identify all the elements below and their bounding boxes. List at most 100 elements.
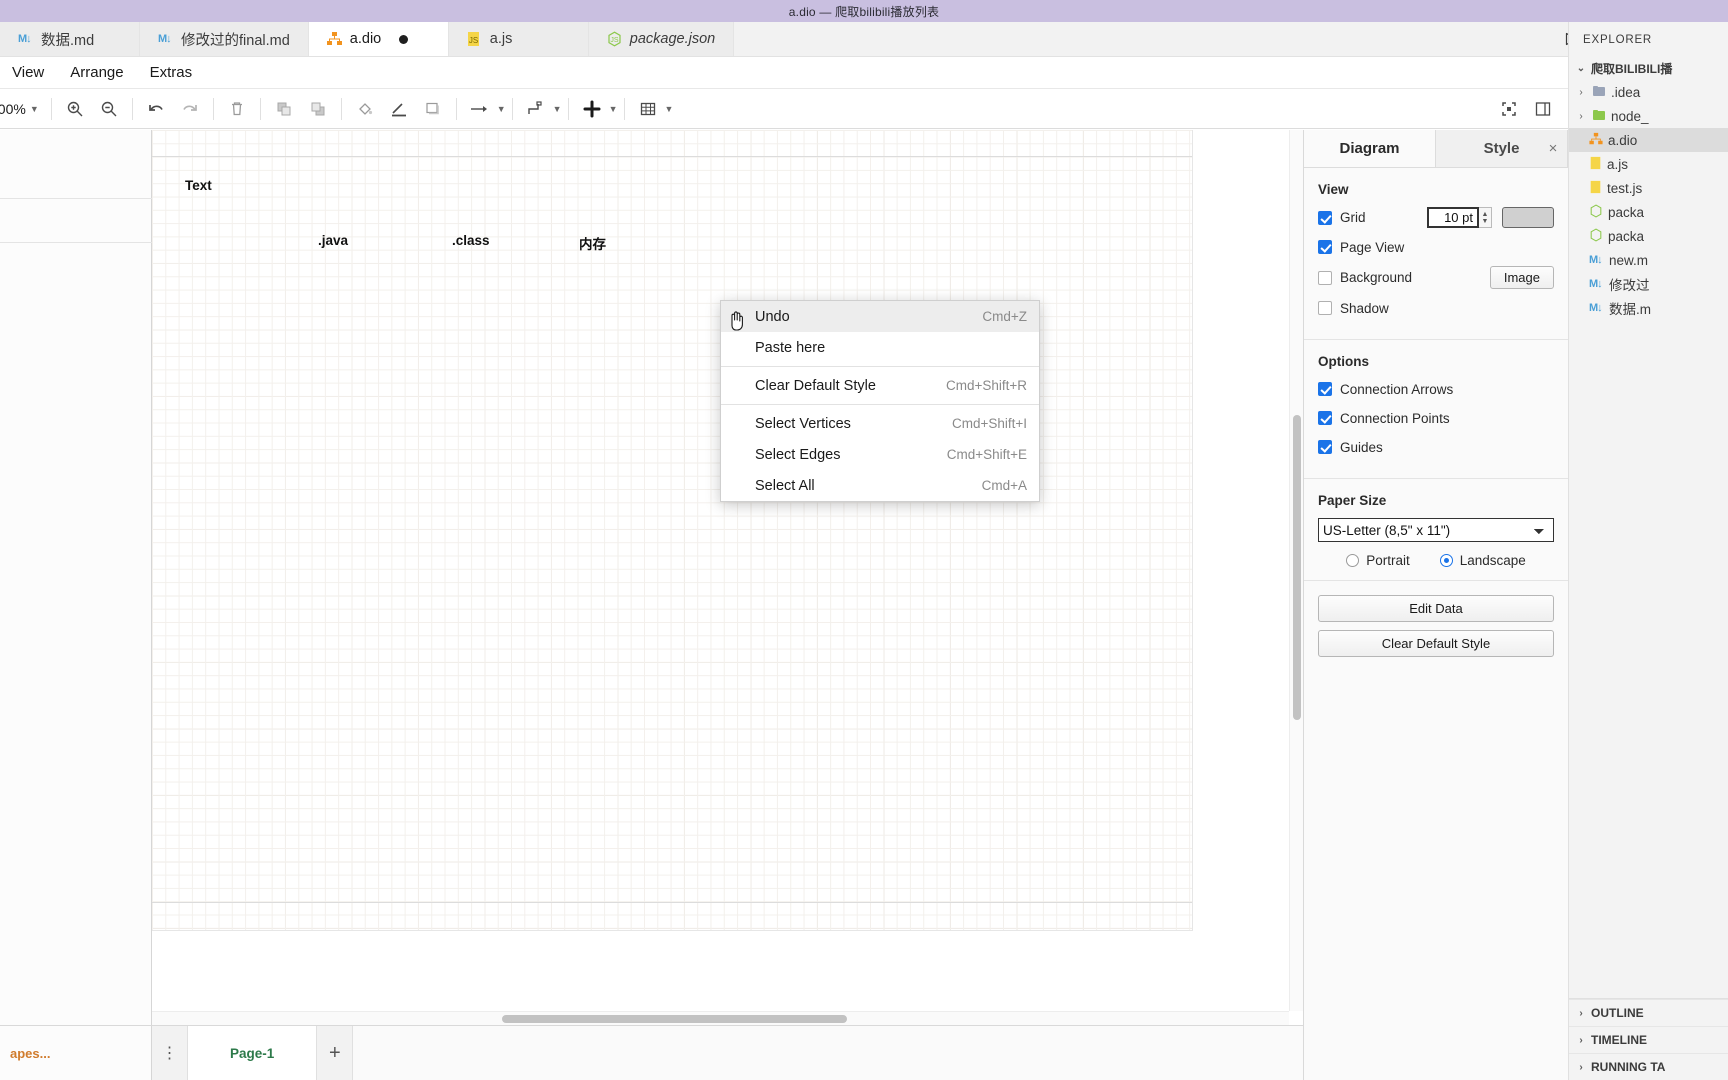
editor-tab-a-js[interactable]: JS a.js [448, 22, 589, 56]
menu-view[interactable]: View [12, 64, 44, 81]
page-tab-page-1[interactable]: Page-1 [188, 1026, 318, 1080]
explorer-item-node-modules[interactable]: › node_ [1569, 104, 1728, 128]
zoom-level-selector[interactable]: 100% ▼ [0, 101, 45, 117]
shapes-sidebar[interactable] [0, 130, 152, 1025]
grid-color-swatch[interactable] [1502, 207, 1554, 228]
scrollbar-thumb[interactable] [502, 1015, 847, 1023]
diagram-canvas[interactable]: Text .java .class 内存 [152, 130, 1289, 1011]
connection-arrows-label: Connection Arrows [1340, 381, 1454, 397]
grid-size-input[interactable]: 10 pt [1427, 207, 1479, 228]
context-menu-item-select-edges[interactable]: Select Edges Cmd+Shift+E [721, 439, 1039, 470]
line-color-icon[interactable] [382, 92, 416, 126]
canvas-vertical-scrollbar[interactable] [1289, 130, 1303, 1011]
edit-data-button[interactable]: Edit Data [1318, 595, 1554, 622]
toolbar-right-actions [1492, 92, 1568, 126]
editor-tab-数据-md[interactable]: M↓ 数据.md [0, 22, 140, 56]
menu-extras[interactable]: Extras [150, 64, 193, 81]
portrait-radio[interactable] [1346, 554, 1360, 567]
zoom-in-icon[interactable] [58, 92, 92, 126]
markdown-icon: M↓ [1589, 302, 1603, 314]
canvas-horizontal-scrollbar[interactable] [152, 1011, 1289, 1025]
table-icon[interactable] [631, 92, 665, 126]
tab-diagram[interactable]: Diagram [1304, 130, 1436, 167]
close-icon[interactable]: × [1544, 139, 1562, 157]
redo-icon[interactable] [173, 92, 207, 126]
view-section: View Grid 10 pt ▲ ▼ Page View Background… [1304, 168, 1568, 340]
table-group[interactable]: ▼ [631, 92, 673, 126]
clear-default-style-button[interactable]: Clear Default Style [1318, 630, 1554, 657]
nodejs-icon [1589, 227, 1603, 245]
zoom-out-icon[interactable] [92, 92, 126, 126]
explorer-item-idea[interactable]: › .idea [1569, 80, 1728, 104]
scrollbar-thumb[interactable] [1293, 415, 1301, 720]
explorer-item-data-md[interactable]: M↓ 数据.m [1569, 296, 1728, 320]
editor-tab-package-json[interactable]: JS package.json [588, 22, 735, 56]
background-checkbox[interactable] [1318, 270, 1332, 285]
grid-checkbox[interactable] [1318, 210, 1332, 225]
waypoints-icon[interactable] [519, 92, 553, 126]
paper-size-select[interactable]: US-Letter (8,5" x 11") [1318, 518, 1554, 542]
explorer-section-label: TIMELINE [1591, 1033, 1647, 1047]
insert-icon[interactable] [575, 92, 609, 126]
connection-points-checkbox[interactable] [1318, 411, 1332, 425]
explorer-item-label: packa [1608, 204, 1645, 220]
grid-size-stepper[interactable]: ▲ ▼ [1479, 207, 1492, 228]
editor-tab-final-md[interactable]: M↓ 修改过的final.md [140, 22, 309, 56]
context-menu-item-select-vertices[interactable]: Select Vertices Cmd+Shift+I [721, 408, 1039, 439]
canvas-label-text[interactable]: Text [185, 178, 212, 193]
explorer-root-folder[interactable]: ⌄ 爬取BILIBILI播 [1569, 57, 1728, 80]
explorer-item-a-dio[interactable]: a.dio [1569, 128, 1728, 152]
add-page-button[interactable]: + [317, 1026, 354, 1080]
shadow-checkbox[interactable] [1318, 301, 1332, 315]
explorer-section-running-tasks[interactable]: › RUNNING TA [1569, 1053, 1728, 1080]
context-menu-item-select-all[interactable]: Select All Cmd+A [721, 470, 1039, 501]
explorer-item-a-js[interactable]: a.js [1569, 152, 1728, 176]
portrait-radio-item[interactable]: Portrait [1346, 553, 1410, 568]
drawio-editor: View Arrange Extras 100% ▼ [0, 57, 1568, 1080]
page-view-checkbox[interactable] [1318, 240, 1332, 254]
explorer-item-test-js[interactable]: test.js [1569, 176, 1728, 200]
fullscreen-icon[interactable] [1492, 92, 1526, 126]
canvas-label-memory[interactable]: 内存 [579, 233, 606, 253]
explorer-item-package-json[interactable]: packa [1569, 200, 1728, 224]
delete-icon[interactable] [220, 92, 254, 126]
waypoints-group[interactable]: ▼ [519, 92, 562, 126]
background-image-button[interactable]: Image [1489, 266, 1554, 289]
options-heading: Options [1318, 354, 1369, 369]
explorer-section-outline[interactable]: › OUTLINE [1569, 999, 1728, 1026]
more-shapes-link[interactable]: apes... [10, 1046, 50, 1061]
context-menu-item-paste-here[interactable]: Paste here [721, 332, 1039, 363]
chevron-right-icon: › [1579, 86, 1583, 98]
context-menu-shortcut: Cmd+Shift+R [945, 378, 1027, 393]
shadow-icon[interactable] [416, 92, 450, 126]
format-panel-toggle-icon[interactable] [1526, 92, 1560, 126]
page-menu-icon[interactable]: ⋮ [152, 1026, 188, 1080]
connection-arrows-checkbox[interactable] [1318, 382, 1332, 396]
context-menu-item-clear-default-style[interactable]: Clear Default Style Cmd+Shift+R [721, 370, 1039, 401]
fill-color-icon[interactable] [348, 92, 382, 126]
context-menu-item-undo[interactable]: Undo Cmd+Z [721, 301, 1039, 332]
canvas-label-java[interactable]: .java [318, 233, 348, 248]
landscape-radio[interactable] [1439, 554, 1453, 567]
connection-style-group[interactable]: ▼ [463, 92, 506, 126]
explorer-item-label: 修改过 [1609, 278, 1650, 293]
options-section: Options Connection Arrows Connection Poi… [1304, 340, 1568, 479]
explorer-item-modified-md[interactable]: M↓ 修改过 [1569, 272, 1728, 296]
explorer-item-new-md[interactable]: M↓ new.m [1569, 248, 1728, 272]
shadow-label: Shadow [1340, 300, 1389, 316]
connection-icon[interactable] [463, 92, 497, 126]
landscape-radio-item[interactable]: Landscape [1439, 553, 1526, 568]
diagram-page[interactable]: Text .java .class 内存 [152, 130, 1192, 930]
explorer-item-package-lock-json[interactable]: packa [1569, 224, 1728, 248]
insert-group[interactable]: ▼ [575, 92, 618, 126]
guides-checkbox[interactable] [1318, 440, 1332, 454]
background-label: Background [1340, 270, 1413, 285]
menu-arrange[interactable]: Arrange [70, 64, 123, 81]
explorer-section-timeline[interactable]: › TIMELINE [1569, 1026, 1728, 1053]
canvas-label-class[interactable]: .class [452, 233, 490, 248]
undo-icon[interactable] [139, 92, 173, 126]
to-back-icon[interactable] [301, 92, 335, 126]
to-front-icon[interactable] [267, 92, 301, 126]
chevron-down-icon: ▼ [608, 103, 618, 114]
editor-tab-a-dio[interactable]: a.dio [308, 22, 449, 56]
